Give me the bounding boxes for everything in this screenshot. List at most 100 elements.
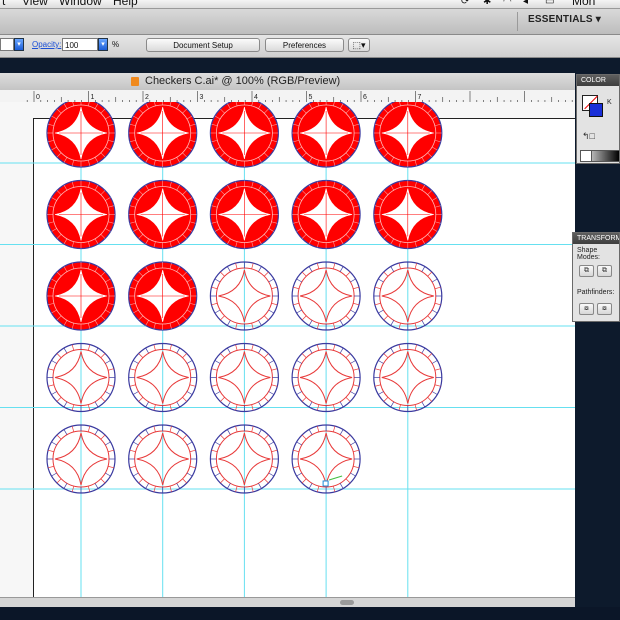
- badge-ring-tick: [301, 478, 307, 484]
- badge-ring-tick: [214, 472, 221, 477]
- menu-item-edit[interactable]: t: [2, 0, 5, 8]
- badge-ring-tick: [434, 302, 441, 306]
- badge-ring-tick: [271, 465, 278, 469]
- badge-ring-tick: [51, 472, 57, 477]
- stroke-swatch[interactable]: [589, 103, 603, 117]
- time-machine-icon[interactable]: ⟳: [461, 0, 469, 7]
- unite-icon[interactable]: ⧉: [579, 265, 594, 277]
- select-similar-icon[interactable]: ⬚▾: [348, 38, 370, 52]
- badge-ring-tick: [353, 368, 360, 371]
- badge-ring-tick: [220, 353, 225, 358]
- badge-ring-tick: [56, 478, 62, 484]
- artwork[interactable]: [0, 102, 575, 607]
- badge-ring-tick: [316, 263, 320, 270]
- ruler-label: 6: [363, 94, 367, 101]
- filled-badge: [128, 261, 198, 331]
- menu-item-help[interactable]: Help: [113, 0, 138, 8]
- badge-ring-tick: [51, 360, 57, 364]
- bluetooth-icon[interactable]: ✱: [483, 0, 491, 7]
- workspace-switcher[interactable]: ESSENTIALS ▾: [528, 14, 601, 25]
- badge-ring-tick: [214, 360, 221, 364]
- badge-ring-tick: [263, 434, 269, 440]
- badge-ring-tick: [56, 434, 62, 440]
- badge-ring-tick: [268, 309, 275, 314]
- filled-badge: [291, 102, 361, 168]
- badge-ring-tick: [51, 441, 57, 446]
- scrollbar-thumb[interactable]: [340, 600, 354, 605]
- badge-ring-tick: [383, 271, 389, 277]
- badge-ring-tick: [293, 449, 300, 453]
- none-color-swatch[interactable]: [581, 151, 592, 161]
- badge-ring-tick: [316, 426, 320, 433]
- badge-ring-tick: [258, 320, 262, 326]
- badge-ring-tick: [138, 353, 144, 358]
- badge-ring-tick: [263, 478, 269, 484]
- divide-icon[interactable]: ⧇: [579, 303, 594, 315]
- badge-ring-tick: [301, 434, 307, 440]
- badge-ring-tick: [293, 465, 300, 469]
- badge-ring-tick: [182, 434, 187, 440]
- menu-item-window[interactable]: Window: [59, 0, 102, 8]
- ruler-label: 0: [36, 94, 40, 101]
- canvas-area[interactable]: [0, 102, 575, 607]
- badge-ring-tick: [339, 266, 344, 272]
- trim-icon[interactable]: ⧇: [597, 303, 612, 315]
- transform-panel-title[interactable]: TRANSFORM: [573, 233, 619, 244]
- badge-ring-tick: [374, 384, 381, 387]
- badge-ring-tick: [94, 347, 99, 354]
- badge-ring-tick: [431, 391, 438, 395]
- color-panel: COLOR K ↰□: [576, 74, 620, 164]
- badge-ring-tick: [251, 344, 254, 351]
- badge-ring-tick: [263, 397, 269, 402]
- k-channel-label: K: [607, 99, 612, 106]
- badge-ring-tick: [339, 347, 344, 354]
- volume-icon[interactable]: ◂: [523, 0, 528, 7]
- badge-ring-tick: [271, 368, 278, 371]
- badge-ring-tick: [258, 347, 262, 354]
- badge-ring-tick: [296, 360, 303, 364]
- battery-icon[interactable]: ▭: [545, 0, 554, 7]
- document-setup-button[interactable]: Document Setup: [146, 38, 260, 52]
- swap-fill-stroke-icon[interactable]: ↰□: [582, 131, 595, 142]
- wifi-icon[interactable]: ◠: [503, 0, 512, 7]
- preferences-button[interactable]: Preferences: [265, 38, 344, 52]
- badge-ring-tick: [211, 302, 218, 306]
- badge-ring-tick: [182, 478, 187, 484]
- filled-badge: [128, 102, 198, 168]
- badge-ring-tick: [138, 434, 144, 440]
- badge-ring-tick: [145, 401, 150, 408]
- menu-clock[interactable]: Mon 9:29: [572, 0, 620, 8]
- badge-ring-tick: [350, 309, 356, 314]
- opacity-input[interactable]: 100: [62, 38, 98, 51]
- badge-ring-tick: [129, 384, 136, 387]
- minus-front-icon[interactable]: ⧉: [597, 265, 612, 277]
- style-dropdown-arrow[interactable]: ▾: [14, 38, 24, 51]
- filled-badge: [46, 261, 116, 331]
- badge-ring-tick: [345, 353, 351, 358]
- badge-ring-tick: [271, 449, 278, 453]
- badge-ring-tick: [182, 397, 187, 402]
- badge-ring-tick: [350, 472, 356, 477]
- color-panel-title[interactable]: COLOR: [577, 75, 619, 86]
- badge-ring-tick: [427, 315, 433, 321]
- ruler-label: 3: [200, 94, 204, 101]
- badge-ring-tick: [427, 353, 433, 358]
- badge-ring-tick: [301, 397, 307, 402]
- badge-ring-tick: [48, 384, 55, 387]
- badge-ring-tick: [434, 384, 441, 387]
- opacity-label[interactable]: Opacity:: [32, 40, 61, 49]
- opacity-dropdown-arrow[interactable]: ▾: [98, 38, 108, 51]
- badge-ring-tick: [390, 320, 395, 326]
- badge-ring-tick: [378, 278, 384, 283]
- style-field[interactable]: [0, 38, 14, 51]
- badge-ring-tick: [378, 391, 384, 395]
- badge-ring-tick: [94, 483, 99, 489]
- menu-item-view[interactable]: View: [22, 0, 48, 8]
- document-tab[interactable]: Checkers C.ai* @ 100% (RGB/Preview): [0, 73, 575, 91]
- ruler-label: 2: [145, 94, 149, 101]
- badge-ring-tick: [138, 478, 144, 484]
- badge-ring-tick: [251, 263, 254, 270]
- badge-ring-tick: [71, 426, 75, 433]
- color-spectrum-bar[interactable]: [580, 150, 619, 162]
- badge-ring-tick: [235, 344, 238, 351]
